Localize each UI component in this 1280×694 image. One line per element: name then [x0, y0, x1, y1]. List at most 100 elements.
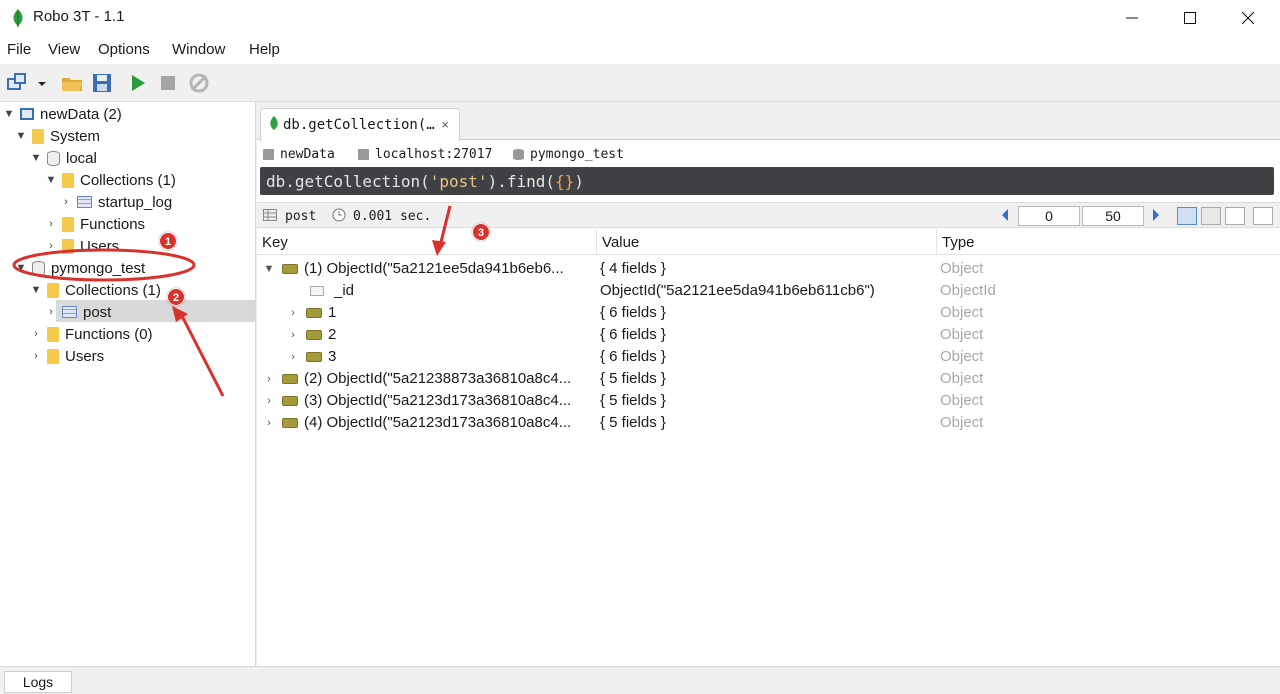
save-icon[interactable] [90, 71, 114, 95]
chevron-right-icon[interactable]: › [262, 417, 276, 429]
tree-label: newData (2) [40, 105, 122, 123]
chevron-right-icon[interactable]: › [262, 373, 276, 385]
row-type: Object [940, 326, 984, 343]
row-type: Object [940, 348, 984, 365]
chevron-right-icon[interactable]: › [44, 240, 58, 252]
annotation-badge-2: 2 [167, 288, 185, 306]
row-value: { 6 fields } [600, 304, 666, 321]
tree-local-functions[interactable]: › Functions [44, 213, 145, 235]
leaf-icon [269, 115, 279, 135]
skip-input[interactable]: 0 [1018, 206, 1080, 226]
close-window-button[interactable] [1219, 0, 1277, 36]
result-row[interactable]: › (3) ObjectId("5a2123d173a36810a8c4... {… [257, 390, 1280, 412]
minimize-button[interactable] [1103, 0, 1161, 36]
menu-window[interactable]: Window [172, 41, 225, 58]
tree-view-button[interactable] [1177, 207, 1197, 225]
column-key[interactable]: Key [257, 229, 597, 255]
column-value[interactable]: Value [597, 229, 937, 255]
chevron-down-icon[interactable]: ▼ [44, 174, 58, 186]
menu-file[interactable]: File [7, 41, 31, 58]
chevron-right-icon[interactable]: › [59, 196, 73, 208]
query-text: ).find( [487, 171, 555, 191]
tree-pymongo-collections[interactable]: ▼ Collections (1) [29, 279, 161, 301]
tab-close-icon[interactable]: × [441, 117, 449, 132]
prev-page-icon[interactable] [1000, 208, 1010, 225]
tree-db-pymongo-test[interactable]: ▼ pymongo_test [14, 257, 146, 279]
next-page-icon[interactable] [1151, 208, 1161, 225]
tree-server-newdata[interactable]: ▼ newData (2) [2, 103, 122, 125]
tree-db-local[interactable]: ▼ local [29, 147, 97, 169]
chevron-down-icon[interactable]: ▼ [29, 284, 43, 296]
row-type: Object [940, 260, 984, 277]
result-row[interactable]: › (4) ObjectId("5a2123d173a36810a8c4... {… [257, 412, 1280, 434]
row-key: 3 [328, 348, 337, 365]
query-text: db.getCollection( [266, 171, 430, 191]
chevron-down-icon[interactable]: ▼ [14, 262, 28, 274]
connect-icon[interactable] [6, 71, 30, 95]
tree-local-users[interactable]: › Users [44, 235, 119, 257]
database-icon [47, 150, 60, 166]
folder-icon [47, 326, 59, 342]
chevron-down-icon[interactable]: ▼ [14, 130, 28, 142]
column-type[interactable]: Type [937, 229, 1280, 255]
open-folder-icon[interactable] [60, 71, 84, 95]
tree-pymongo-functions[interactable]: › Functions (0) [29, 323, 153, 345]
object-icon [306, 351, 322, 362]
chevron-down-icon[interactable]: ▼ [29, 152, 43, 164]
chevron-down-icon[interactable]: ▼ [2, 108, 16, 120]
chevron-down-icon[interactable]: ▼ [262, 263, 276, 275]
limit-input[interactable]: 50 [1082, 206, 1144, 226]
folder-icon [32, 128, 44, 144]
query-filter: {} [555, 171, 575, 191]
result-row[interactable]: › 3 { 6 fields } Object [257, 346, 1280, 368]
result-row[interactable]: › 2 { 6 fields } Object [257, 324, 1280, 346]
database-icon [32, 260, 45, 276]
tree-local-collections[interactable]: ▼ Collections (1) [44, 169, 176, 191]
menu-options[interactable]: Options [98, 41, 150, 58]
folder-icon [62, 216, 74, 232]
refresh-disabled-icon[interactable] [187, 71, 211, 95]
text-view-button[interactable] [1225, 207, 1245, 225]
result-collection: post [285, 209, 317, 224]
tab-query[interactable]: db.getCollection(… × [260, 108, 460, 141]
custom-view-button[interactable] [1253, 207, 1273, 225]
menu-bar: File View Options Window Help [0, 36, 1280, 64]
result-row[interactable]: ▼ (1) ObjectId("5a2121ee5da941b6eb6... { … [257, 258, 1280, 280]
row-value: { 4 fields } [600, 260, 666, 277]
crumb-server: newData [263, 147, 335, 162]
menu-view[interactable]: View [48, 41, 80, 58]
tree-collection-post[interactable]: › post [44, 301, 111, 323]
result-row[interactable]: › (2) ObjectId("5a21238873a36810a8c4... {… [257, 368, 1280, 390]
execute-icon[interactable] [126, 71, 150, 95]
chevron-right-icon[interactable]: › [286, 307, 300, 319]
chevron-right-icon[interactable]: › [29, 350, 43, 362]
row-value: { 5 fields } [600, 392, 666, 409]
stop-icon[interactable] [156, 71, 180, 95]
table-view-button[interactable] [1201, 207, 1221, 225]
chevron-right-icon[interactable]: › [44, 218, 58, 230]
chevron-right-icon[interactable]: › [286, 351, 300, 363]
chevron-right-icon[interactable]: › [29, 328, 43, 340]
tree-pymongo-users[interactable]: › Users [29, 345, 104, 367]
tree-label: Functions (0) [65, 325, 153, 343]
row-key: _id [334, 282, 355, 299]
tree-label: startup_log [98, 193, 173, 211]
connect-dropdown-icon[interactable] [34, 71, 50, 95]
tree-label: Users [65, 347, 105, 365]
chevron-right-icon[interactable]: › [286, 329, 300, 341]
query-editor[interactable]: db.getCollection('post').find({}) [260, 167, 1274, 195]
maximize-button[interactable] [1161, 0, 1219, 36]
tree-system[interactable]: ▼ System [14, 125, 100, 147]
chevron-right-icon[interactable]: › [44, 306, 58, 318]
folder-icon [47, 348, 59, 364]
toolbar [0, 64, 1280, 102]
result-row[interactable]: _id ObjectId("5a2121ee5da941b6eb611cb6")… [257, 280, 1280, 302]
collection-small-icon [263, 209, 277, 224]
tree-label: System [50, 127, 101, 145]
logs-tab[interactable]: Logs [4, 671, 72, 693]
row-value: { 6 fields } [600, 326, 666, 343]
chevron-right-icon[interactable]: › [262, 395, 276, 407]
tree-startup-log[interactable]: › startup_log [59, 191, 172, 213]
menu-help[interactable]: Help [249, 41, 280, 58]
result-row[interactable]: › 1 { 6 fields } Object [257, 302, 1280, 324]
